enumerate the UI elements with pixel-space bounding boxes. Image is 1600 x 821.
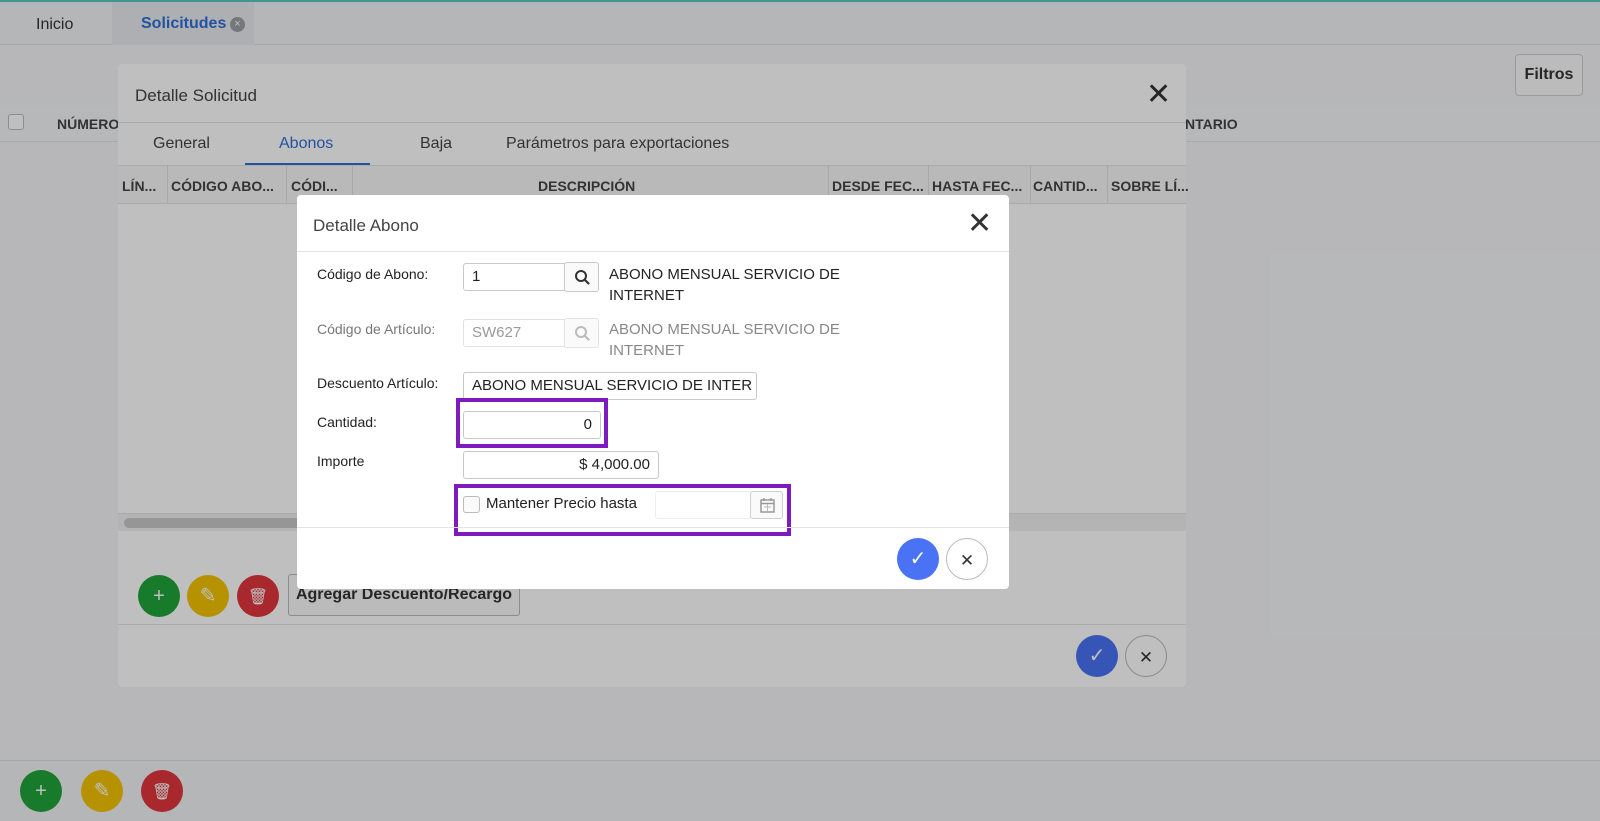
divider bbox=[297, 251, 1009, 252]
mantener-precio-checkbox[interactable] bbox=[463, 496, 480, 513]
check-icon: ✓ bbox=[909, 548, 927, 570]
codigo-abono-description: ABONO MENSUAL SERVICIO DE INTERNET bbox=[609, 264, 849, 306]
importe-input[interactable]: $ 4,000.00 bbox=[463, 451, 659, 479]
cantidad-input[interactable]: 0 bbox=[463, 411, 601, 439]
description-line: INTERNET bbox=[609, 342, 684, 359]
date-picker-button[interactable] bbox=[750, 491, 783, 519]
accept-button[interactable]: ✓ bbox=[897, 538, 939, 580]
descuento-articulo-input[interactable]: ABONO MENSUAL SERVICIO DE INTER bbox=[463, 372, 757, 400]
search-icon bbox=[575, 326, 590, 341]
mantener-precio-label: Mantener Precio hasta bbox=[486, 495, 637, 512]
importe-label: Importe bbox=[317, 453, 365, 469]
descuento-articulo-label: Descuento Artículo: bbox=[317, 375, 439, 391]
description-line: ABONO MENSUAL SERVICIO DE bbox=[609, 266, 840, 283]
codigo-articulo-search-button bbox=[564, 318, 599, 348]
codigo-abono-label: Código de Abono: bbox=[317, 266, 429, 282]
divider bbox=[297, 527, 1009, 528]
codigo-articulo-input: SW627 bbox=[463, 319, 567, 347]
description-line: ABONO MENSUAL SERVICIO DE bbox=[609, 321, 840, 338]
cancel-button[interactable]: ✕ bbox=[946, 538, 988, 580]
codigo-articulo-description: ABONO MENSUAL SERVICIO DE INTERNET bbox=[609, 319, 849, 361]
description-line: INTERNET bbox=[609, 287, 684, 304]
cantidad-label: Cantidad: bbox=[317, 414, 377, 430]
modal-title: Detalle Abono bbox=[313, 216, 419, 235]
search-icon bbox=[575, 270, 590, 285]
mantener-precio-date-input[interactable] bbox=[655, 491, 751, 519]
codigo-abono-search-button[interactable] bbox=[564, 262, 599, 292]
codigo-articulo-label: Código de Artículo: bbox=[317, 321, 436, 337]
calendar-icon bbox=[760, 498, 775, 513]
codigo-abono-input[interactable]: 1 bbox=[463, 263, 567, 291]
detalle-abono-modal: Detalle Abono ✕ Código de Abono: 1 ABONO… bbox=[297, 195, 1009, 589]
close-icon[interactable]: ✕ bbox=[967, 209, 992, 239]
close-icon: ✕ bbox=[959, 551, 975, 570]
